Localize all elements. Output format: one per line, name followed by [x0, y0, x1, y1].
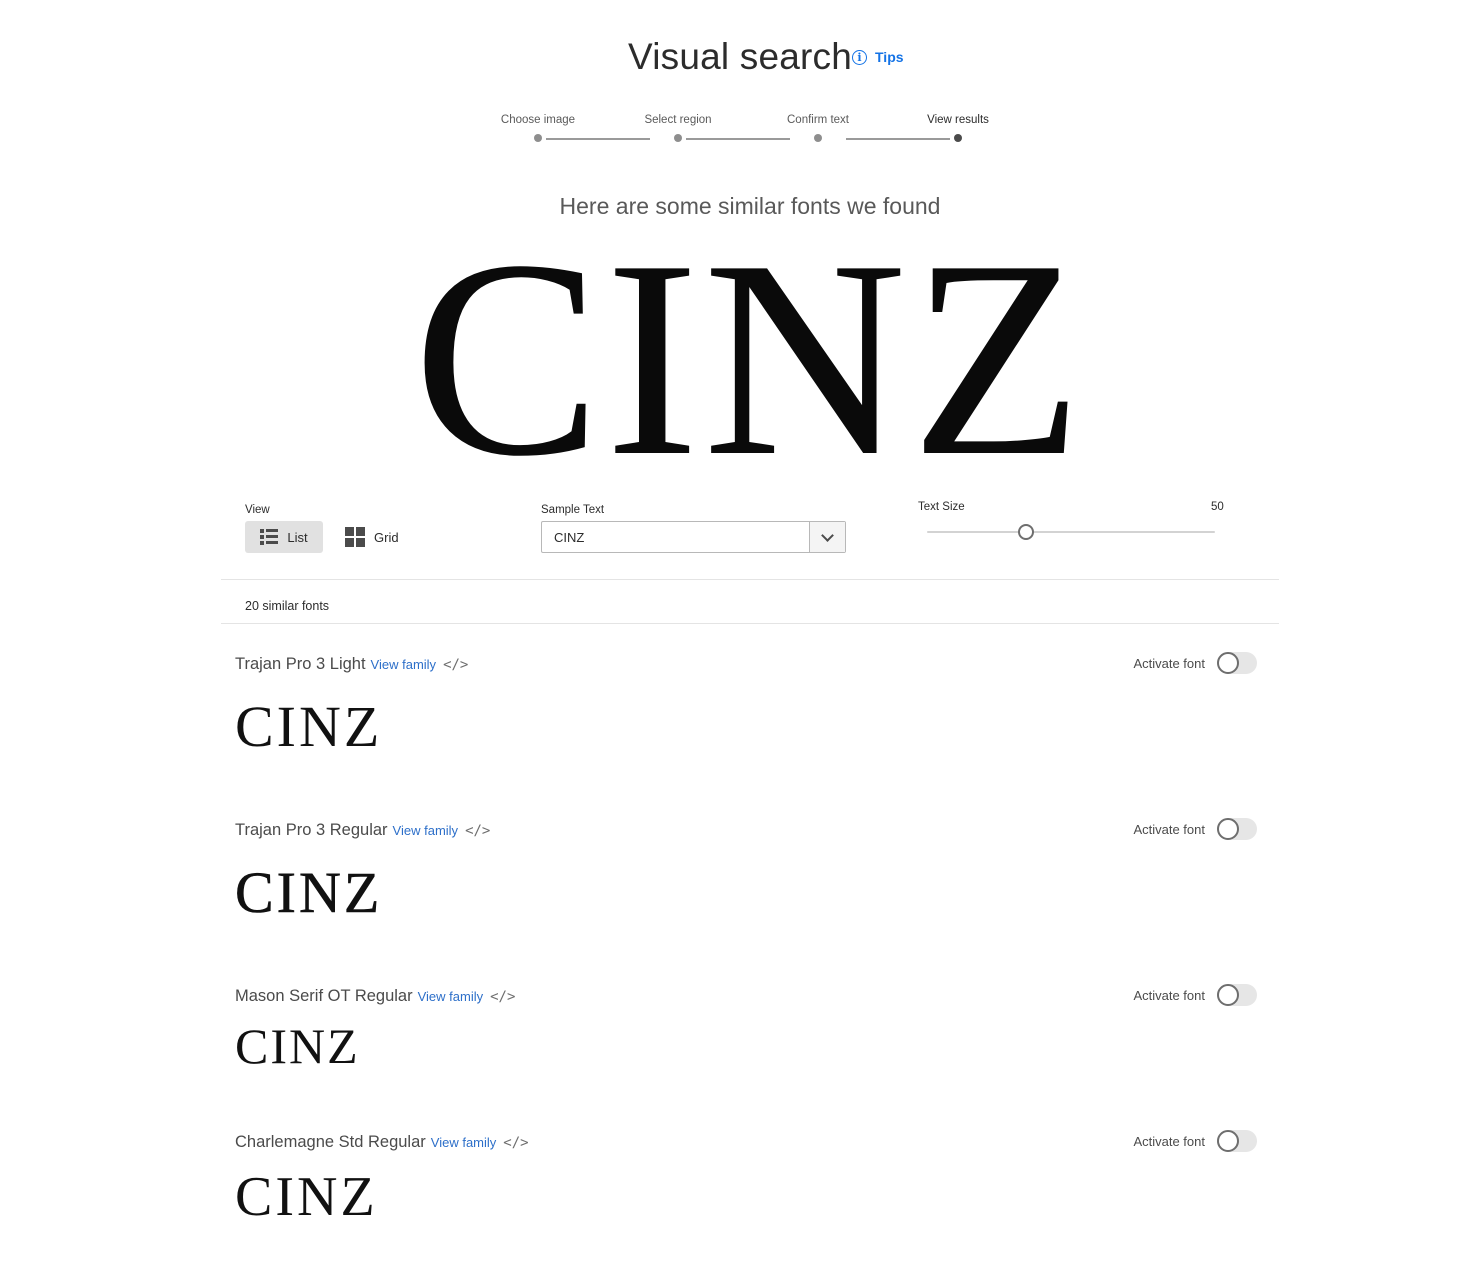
embed-code-icon[interactable]: </>	[443, 657, 468, 673]
results-count: 20 similar fonts	[245, 599, 330, 613]
embed-code-icon[interactable]: </>	[490, 989, 515, 1005]
grid-view-button[interactable]: Grid	[345, 521, 399, 553]
progress-stepper: Choose image Select region Confirm text …	[480, 114, 1010, 154]
divider	[221, 623, 1279, 624]
toggle-knob	[1217, 984, 1239, 1006]
toggle-knob	[1217, 1130, 1239, 1152]
view-family-link[interactable]: View family	[371, 657, 437, 672]
activate-font-toggle[interactable]	[1217, 984, 1257, 1006]
font-sample-text: CINZ	[235, 860, 383, 926]
activate-font-label: Activate font	[1133, 655, 1205, 671]
text-size-value: 50	[1211, 501, 1224, 513]
step-dot-3	[814, 134, 822, 142]
font-name: Trajan Pro 3 Light	[235, 655, 366, 673]
toggle-knob	[1217, 818, 1239, 840]
step-connector-3	[846, 138, 950, 140]
sample-text-input[interactable]	[542, 522, 809, 552]
tips-label: Tips	[875, 49, 904, 65]
font-sample-text: CINZ	[235, 1166, 378, 1228]
view-label: View	[245, 504, 270, 516]
activate-font-label: Activate font	[1133, 987, 1205, 1003]
activate-font-toggle[interactable]	[1217, 652, 1257, 674]
tips-link[interactable]: i Tips	[852, 49, 904, 65]
list-view-button[interactable]: List	[245, 521, 323, 553]
page-title: Visual search	[628, 36, 853, 77]
sample-text-label: Sample Text	[541, 504, 605, 516]
step-dot-4-current	[954, 134, 962, 142]
grid-icon	[345, 527, 365, 547]
text-size-slider-thumb[interactable]	[1018, 524, 1034, 540]
sample-text-field	[541, 521, 846, 553]
font-name: Mason Serif OT Regular	[235, 987, 413, 1005]
divider	[221, 579, 1279, 580]
grid-view-label: Grid	[374, 529, 399, 545]
view-family-link[interactable]: View family	[393, 823, 459, 838]
step-choose-image: Choose image	[500, 114, 576, 126]
step-select-region: Select region	[644, 114, 712, 126]
font-result-row: Trajan Pro 3 Light View family </> Activ…	[235, 652, 1275, 805]
activate-font-toggle[interactable]	[1217, 1130, 1257, 1152]
view-family-link[interactable]: View family	[418, 989, 484, 1004]
font-result-row: Charlemagne Std Regular View family </> …	[235, 1130, 1275, 1283]
font-result-row: Trajan Pro 3 Regular View family </> Act…	[235, 818, 1275, 971]
toggle-knob	[1217, 652, 1239, 674]
info-icon: i	[852, 49, 867, 65]
font-result-row: Mason Serif OT Regular View family </> A…	[235, 984, 1275, 1137]
step-view-results: View results	[927, 114, 989, 126]
font-sample-text: CINZ	[235, 1018, 360, 1074]
list-icon	[260, 529, 279, 545]
step-connector-2	[686, 138, 790, 140]
embed-code-icon[interactable]: </>	[465, 823, 490, 839]
sample-text-dropdown-button[interactable]	[809, 522, 845, 552]
text-size-slider-track[interactable]	[927, 531, 1215, 533]
preview-sample-text: CINZ	[413, 202, 1087, 514]
font-sample-text: CINZ	[235, 694, 383, 759]
step-confirm-text: Confirm text	[787, 114, 849, 126]
embed-code-icon[interactable]: </>	[503, 1135, 528, 1151]
text-size-label: Text Size	[918, 501, 965, 513]
step-dot-1	[534, 134, 542, 142]
list-view-label: List	[287, 529, 308, 545]
font-name: Trajan Pro 3 Regular	[235, 821, 388, 839]
activate-font-toggle[interactable]	[1217, 818, 1257, 840]
activate-font-label: Activate font	[1133, 821, 1205, 837]
step-connector-1	[546, 138, 650, 140]
chevron-down-icon	[821, 528, 834, 542]
step-dot-2	[674, 134, 682, 142]
activate-font-label: Activate font	[1133, 1133, 1205, 1149]
font-name: Charlemagne Std Regular	[235, 1133, 426, 1151]
view-family-link[interactable]: View family	[431, 1135, 497, 1150]
